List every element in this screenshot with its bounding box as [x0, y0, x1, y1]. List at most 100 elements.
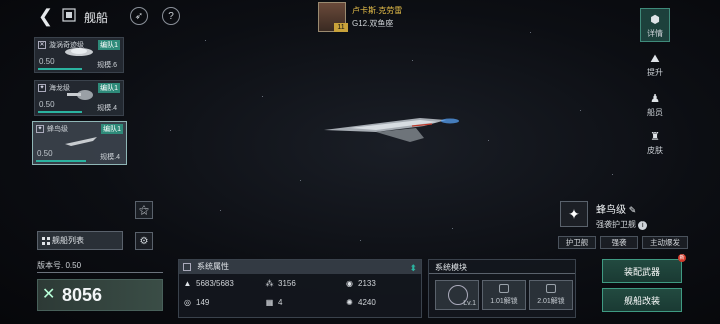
stat-grid: ▦ 4 — [265, 298, 283, 307]
stat-value: 4 — [278, 298, 283, 307]
ship-list-button[interactable]: 舰船列表 — [37, 231, 123, 250]
stat-value: 3156 — [278, 279, 296, 288]
tab-label: 详情 — [647, 29, 663, 38]
back-button[interactable]: ❮ — [38, 7, 54, 25]
tab-label: 皮肤 — [647, 146, 663, 155]
version-label: 版本号. 0.50 — [37, 261, 82, 270]
ship-durability: 0.50 — [37, 149, 53, 158]
new-badge: 新 — [678, 254, 686, 262]
durability-bar — [38, 111, 82, 113]
attributes-icon — [183, 263, 191, 271]
edit-icon[interactable]: ✎ — [629, 205, 637, 215]
fleet-icon[interactable]: ⚝ — [135, 201, 153, 219]
combat-power-box: ✕ 8056 — [37, 279, 163, 311]
ship-scale: 规模.4 — [100, 154, 120, 161]
stat-armor: ▲ 5683/5683 — [183, 279, 234, 288]
commander-location: G12.双鱼座 — [352, 19, 394, 28]
ship-durability: 0.50 — [39, 100, 55, 109]
ship-scale: 规模.6 — [97, 62, 117, 69]
unlock-label: 1.01解锁 — [490, 298, 518, 305]
team-badge: 编队1 — [98, 83, 120, 93]
module-slot-active[interactable]: Lv.1 — [435, 280, 479, 310]
ship-name: 蜂鸟级 ✎ — [596, 201, 636, 216]
ship-thumbnail — [65, 48, 93, 56]
ship-durability: 0.50 — [39, 57, 55, 66]
module-slot-locked[interactable]: 2.01解锁 — [529, 280, 573, 310]
ship-thumbnail — [67, 90, 93, 100]
ship-tag: 强袭 — [600, 236, 638, 249]
divider — [429, 273, 575, 274]
shield-icon: ◉ — [346, 279, 353, 288]
skin-icon: ♜ — [650, 131, 660, 143]
stat-value: 4240 — [358, 298, 376, 307]
grid-icon: ▦ — [265, 298, 274, 307]
info-icon[interactable]: i — [638, 221, 648, 230]
tab-details[interactable]: ⬢ 详情 — [640, 8, 670, 42]
stat-speed: ◎ 149 — [183, 298, 209, 307]
ship-list-label: 舰船列表 — [52, 236, 84, 245]
module-slot-locked[interactable]: 1.01解锁 — [482, 280, 526, 310]
expand-icon[interactable]: ⬍ — [409, 261, 417, 275]
ship-type-icon: ✦ — [38, 84, 46, 92]
ship-tag: 护卫舰 — [558, 236, 596, 249]
unlock-label: 2.01解锁 — [537, 298, 565, 305]
tab-upgrade[interactable]: ⛰ 提升 — [640, 46, 670, 80]
durability-bar — [36, 160, 86, 162]
crossed-swords-icon: ✕ — [42, 286, 56, 303]
details-icon: ⬢ — [650, 14, 660, 26]
team-badge: 编队1 — [101, 124, 123, 134]
ship-type-icon: ✕ — [38, 41, 46, 49]
module-level: Lv.1 — [463, 300, 476, 307]
stat-shield: ◉ 2133 — [345, 279, 376, 288]
ship-modify-button[interactable]: 舰船改装 — [602, 288, 682, 312]
ship-card[interactable]: ✕ 漩涡奇迹级 编队1 0.50 规模.6 — [34, 37, 124, 73]
equip-weapons-button[interactable]: 装配武器 — [602, 259, 682, 283]
lock-icon — [546, 284, 556, 293]
help-icon[interactable]: ? — [162, 7, 180, 25]
page-title: 舰船 — [84, 11, 109, 25]
home-icon[interactable] — [62, 8, 76, 22]
attributes-header[interactable]: 系统属性 ⬍ — [179, 260, 421, 274]
ship-model[interactable] — [320, 108, 460, 148]
stat-value: 5683/5683 — [196, 279, 234, 288]
ship-card-name: 蜂鸟级 — [47, 126, 68, 133]
firepower-icon: ⁂ — [265, 279, 274, 288]
energy-icon: ✺ — [346, 298, 353, 307]
tab-label: 提升 — [647, 68, 663, 77]
ship-card[interactable]: ✦ 海龙级 编队1 0.50 规模.4 — [34, 80, 124, 116]
modules-title: 系统模块 — [435, 263, 467, 272]
stat-energy: ✺ 4240 — [345, 298, 376, 307]
ship-scale: 规模.4 — [97, 105, 117, 112]
system-modules-panel: 系统模块 Lv.1 1.01解锁 2.01解锁 — [428, 259, 576, 318]
tab-skin[interactable]: ♜ 皮肤 — [640, 124, 670, 158]
ship-thumbnail — [65, 137, 97, 146]
ship-name-text: 蜂鸟级 — [596, 205, 626, 216]
system-attributes-panel: 系统属性 ⬍ ▲ 5683/5683 ⁂ 3156 ◉ 2133 ◎ 149 ▦ 4 ✺ 4… — [178, 259, 422, 318]
durability-bar — [38, 68, 82, 70]
attributes-title: 系统属性 — [197, 262, 229, 271]
commander-level-badge: 11 — [334, 23, 348, 32]
tab-label: 船员 — [647, 108, 663, 117]
lock-icon — [499, 284, 509, 293]
filter-icon[interactable]: ⚙ — [135, 232, 153, 250]
rocket-icon[interactable]: ➶ — [130, 7, 148, 25]
stat-firepower: ⁂ 3156 — [265, 279, 296, 288]
ship-tag: 主动爆发 — [642, 236, 688, 249]
ship-class-text: 强袭护卫舰 — [596, 220, 636, 229]
ship-class: 强袭护卫舰 i — [596, 219, 648, 230]
speed-icon: ◎ — [184, 298, 191, 307]
combat-power-value: 8056 — [62, 285, 103, 305]
ship-class-emblem-icon: ✦ — [560, 201, 588, 227]
team-badge: 编队1 — [98, 40, 120, 50]
stat-value: 2133 — [358, 279, 376, 288]
crew-icon: ♟ — [650, 93, 660, 105]
divider — [37, 272, 163, 273]
upgrade-icon: ⛰ — [650, 53, 660, 65]
ship-card-selected[interactable]: ✦ 蜂鸟级 编队1 0.50 规模.4 — [32, 121, 127, 165]
grid-icon — [42, 237, 50, 245]
armor-icon: ▲ — [183, 279, 192, 288]
tab-crew[interactable]: ♟ 船员 — [640, 86, 670, 120]
stat-value: 149 — [196, 298, 210, 307]
commander-name: 卢卡斯.克劳雷 — [352, 6, 403, 15]
ship-type-icon: ✦ — [36, 125, 44, 133]
